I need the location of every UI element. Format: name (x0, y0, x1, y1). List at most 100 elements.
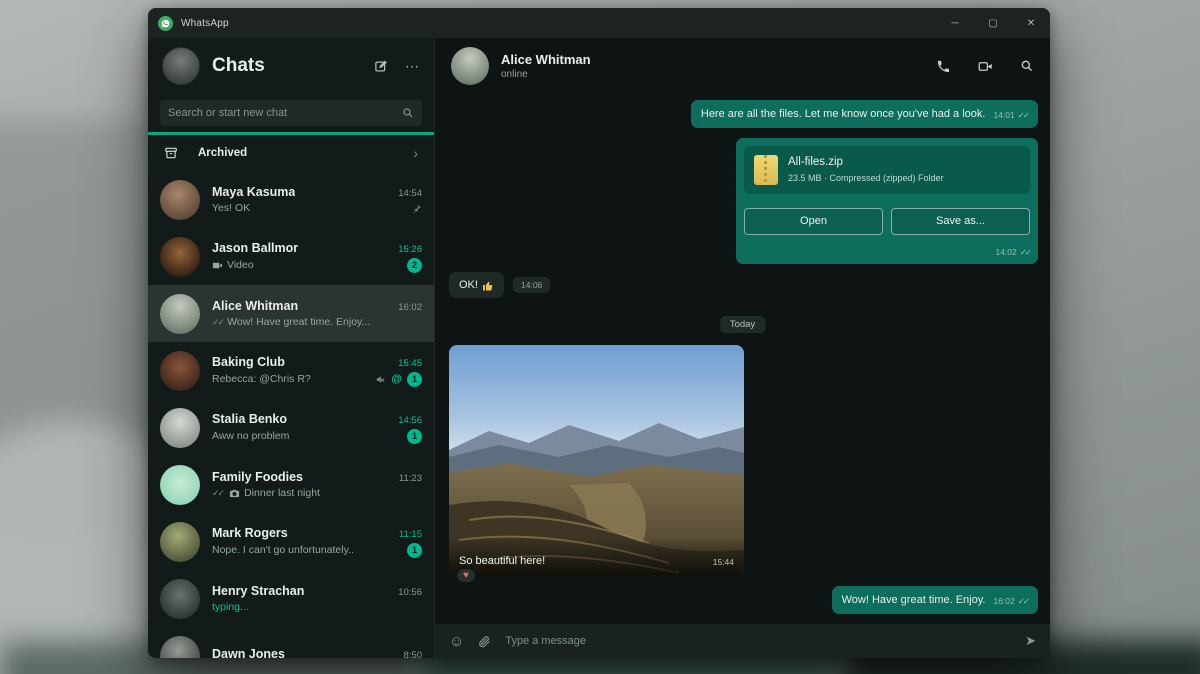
zip-file-icon (754, 155, 778, 185)
unread-badge: 1 (407, 428, 422, 444)
contact-avatar[interactable] (451, 47, 489, 85)
whatsapp-logo-icon (158, 15, 173, 31)
photo-caption: So beautiful here! (459, 555, 546, 567)
chat-preview: Aww no problem (212, 430, 290, 442)
chat-row-stalia-benko[interactable]: Stalia Benko 14:56 Aww no problem 1 (148, 399, 434, 456)
chat-row-dawn-jones[interactable]: Dawn Jones 8:50 (148, 627, 434, 658)
emoji-icon[interactable]: ☺ (449, 633, 464, 650)
file-attachment[interactable]: All-files.zip 23.5 MB · Compressed (zipp… (744, 146, 1030, 194)
titlebar: WhatsApp ─ ▢ ✕ (148, 8, 1050, 38)
chat-row-henry-strachan[interactable]: Henry Strachan 10:56 typing... (148, 570, 434, 627)
send-icon[interactable]: ➤ (1025, 633, 1036, 649)
chat-time: 11:23 (398, 473, 422, 484)
heart-reaction[interactable]: ♥ (455, 567, 477, 584)
app-title: WhatsApp (181, 17, 229, 29)
archived-label: Archived (198, 147, 248, 159)
conversation-header: Alice Whitman online (435, 38, 1050, 94)
avatar (160, 521, 200, 562)
message-incoming-photo[interactable]: So beautiful here! 15:44 (449, 345, 744, 575)
unread-badge: 1 (407, 542, 422, 558)
chat-time: 15:26 (398, 243, 422, 255)
archived-row[interactable]: Archived › (148, 135, 434, 171)
whatsapp-window: WhatsApp ─ ▢ ✕ Chats ⋯ Search or start n… (148, 8, 1050, 658)
message-input[interactable] (505, 635, 1012, 647)
chat-time: 14:56 (398, 414, 422, 426)
menu-icon[interactable]: ⋯ (405, 58, 420, 75)
message-text: OK! (459, 279, 478, 291)
message-composer: ☺ ➤ (435, 624, 1050, 658)
chats-title: Chats (212, 55, 265, 76)
chat-time: 16:02 (398, 302, 422, 313)
message-time: 16:02 (993, 596, 1015, 607)
voice-call-icon[interactable] (936, 59, 951, 74)
chat-preview: Video (227, 259, 254, 271)
chat-name: Baking Club (212, 354, 285, 369)
read-ticks-icon: ✓✓ (212, 487, 225, 498)
contact-status: online (501, 69, 528, 80)
chat-row-jason-ballmor[interactable]: Jason Ballmor 15:26 Video 2 (148, 228, 434, 285)
avatar (160, 407, 200, 448)
chat-preview: Rebecca: @Chris R? (212, 373, 311, 385)
chat-row-baking-club[interactable]: Baking Club 15:45 Rebecca: @Chris R? @ 1 (148, 342, 434, 399)
unread-badge: 2 (407, 257, 422, 273)
chat-name: Family Foodies (212, 470, 303, 484)
search-conversation-icon[interactable] (1020, 59, 1034, 73)
camera-icon (229, 488, 240, 499)
message-time: 14:01 (993, 110, 1015, 121)
thumbs-up-emoji (482, 280, 494, 292)
chat-name: Jason Ballmor (212, 240, 299, 255)
file-meta: 23.5 MB · Compressed (zipped) Folder (788, 173, 944, 184)
pin-icon (411, 203, 422, 214)
attach-icon[interactable] (478, 635, 491, 648)
chat-preview: Dinner last night (244, 487, 320, 499)
conversation-panel: Alice Whitman online Here are all the fi… (435, 38, 1050, 658)
message-outgoing-text[interactable]: Wow! Have great time. Enjoy. 16:02 ✓✓ (831, 586, 1038, 615)
chat-time: 15:45 (398, 357, 422, 369)
maximize-button[interactable]: ▢ (974, 8, 1012, 38)
chat-row-mark-rogers[interactable]: Mark Rogers 11:15 Nope. I can't go unfor… (148, 513, 434, 570)
chat-row-maya-kasuma[interactable]: Maya Kasuma 14:54 Yes! OK (148, 171, 434, 228)
chat-preview: Yes! OK (212, 202, 251, 214)
avatar (160, 350, 200, 391)
chat-name: Maya Kasuma (212, 185, 296, 199)
message-incoming-text[interactable]: OK! (449, 272, 504, 299)
unread-badge: 1 (407, 371, 422, 387)
date-divider: Today (719, 316, 766, 333)
sidebar-header: Chats ⋯ (148, 38, 434, 94)
chat-name: Henry Strachan (212, 584, 305, 598)
avatar (160, 179, 200, 220)
close-button[interactable]: ✕ (1012, 8, 1050, 38)
chat-name: Mark Rogers (212, 525, 288, 540)
video-call-icon[interactable] (977, 59, 994, 74)
chats-sidebar: Chats ⋯ Search or start new chat Archive… (148, 38, 435, 658)
chat-time: 10:56 (398, 587, 422, 598)
save-as-button[interactable]: Save as... (891, 208, 1030, 235)
message-list: Here are all the files. Let me know once… (435, 94, 1050, 624)
avatar (160, 464, 200, 505)
message-outgoing-text[interactable]: Here are all the files. Let me know once… (690, 100, 1038, 129)
read-ticks-icon: ✓✓ (212, 316, 225, 327)
search-area (148, 94, 434, 135)
contact-name: Alice Whitman (501, 52, 591, 67)
mute-icon (375, 374, 386, 385)
chat-row-family-foodies[interactable]: Family Foodies 11:23 ✓✓ Dinner last nigh… (148, 456, 434, 513)
chat-time: 14:54 (398, 188, 422, 199)
search-icon (402, 107, 414, 119)
message-text: Here are all the files. Let me know once… (700, 108, 986, 120)
message-text: Wow! Have great time. Enjoy. (841, 594, 986, 606)
avatar (160, 293, 200, 334)
new-chat-icon[interactable] (374, 59, 389, 74)
chat-row-alice-whitman[interactable]: Alice Whitman 16:02 ✓✓ Wow! Have great t… (148, 285, 434, 342)
search-box[interactable] (160, 100, 422, 126)
file-name: All-files.zip (788, 156, 843, 169)
read-ticks-icon: ✓✓ (1017, 110, 1030, 121)
archive-icon (164, 146, 178, 160)
open-button[interactable]: Open (744, 208, 883, 235)
chat-list: Maya Kasuma 14:54 Yes! OK Jason Ballmor … (148, 171, 434, 658)
profile-avatar[interactable] (162, 47, 200, 85)
message-time: 14:06 (513, 277, 551, 293)
message-outgoing-file: All-files.zip 23.5 MB · Compressed (zipp… (736, 138, 1038, 265)
search-input[interactable] (168, 107, 402, 119)
minimize-button[interactable]: ─ (936, 8, 974, 38)
chat-time: 8:50 (403, 650, 423, 658)
